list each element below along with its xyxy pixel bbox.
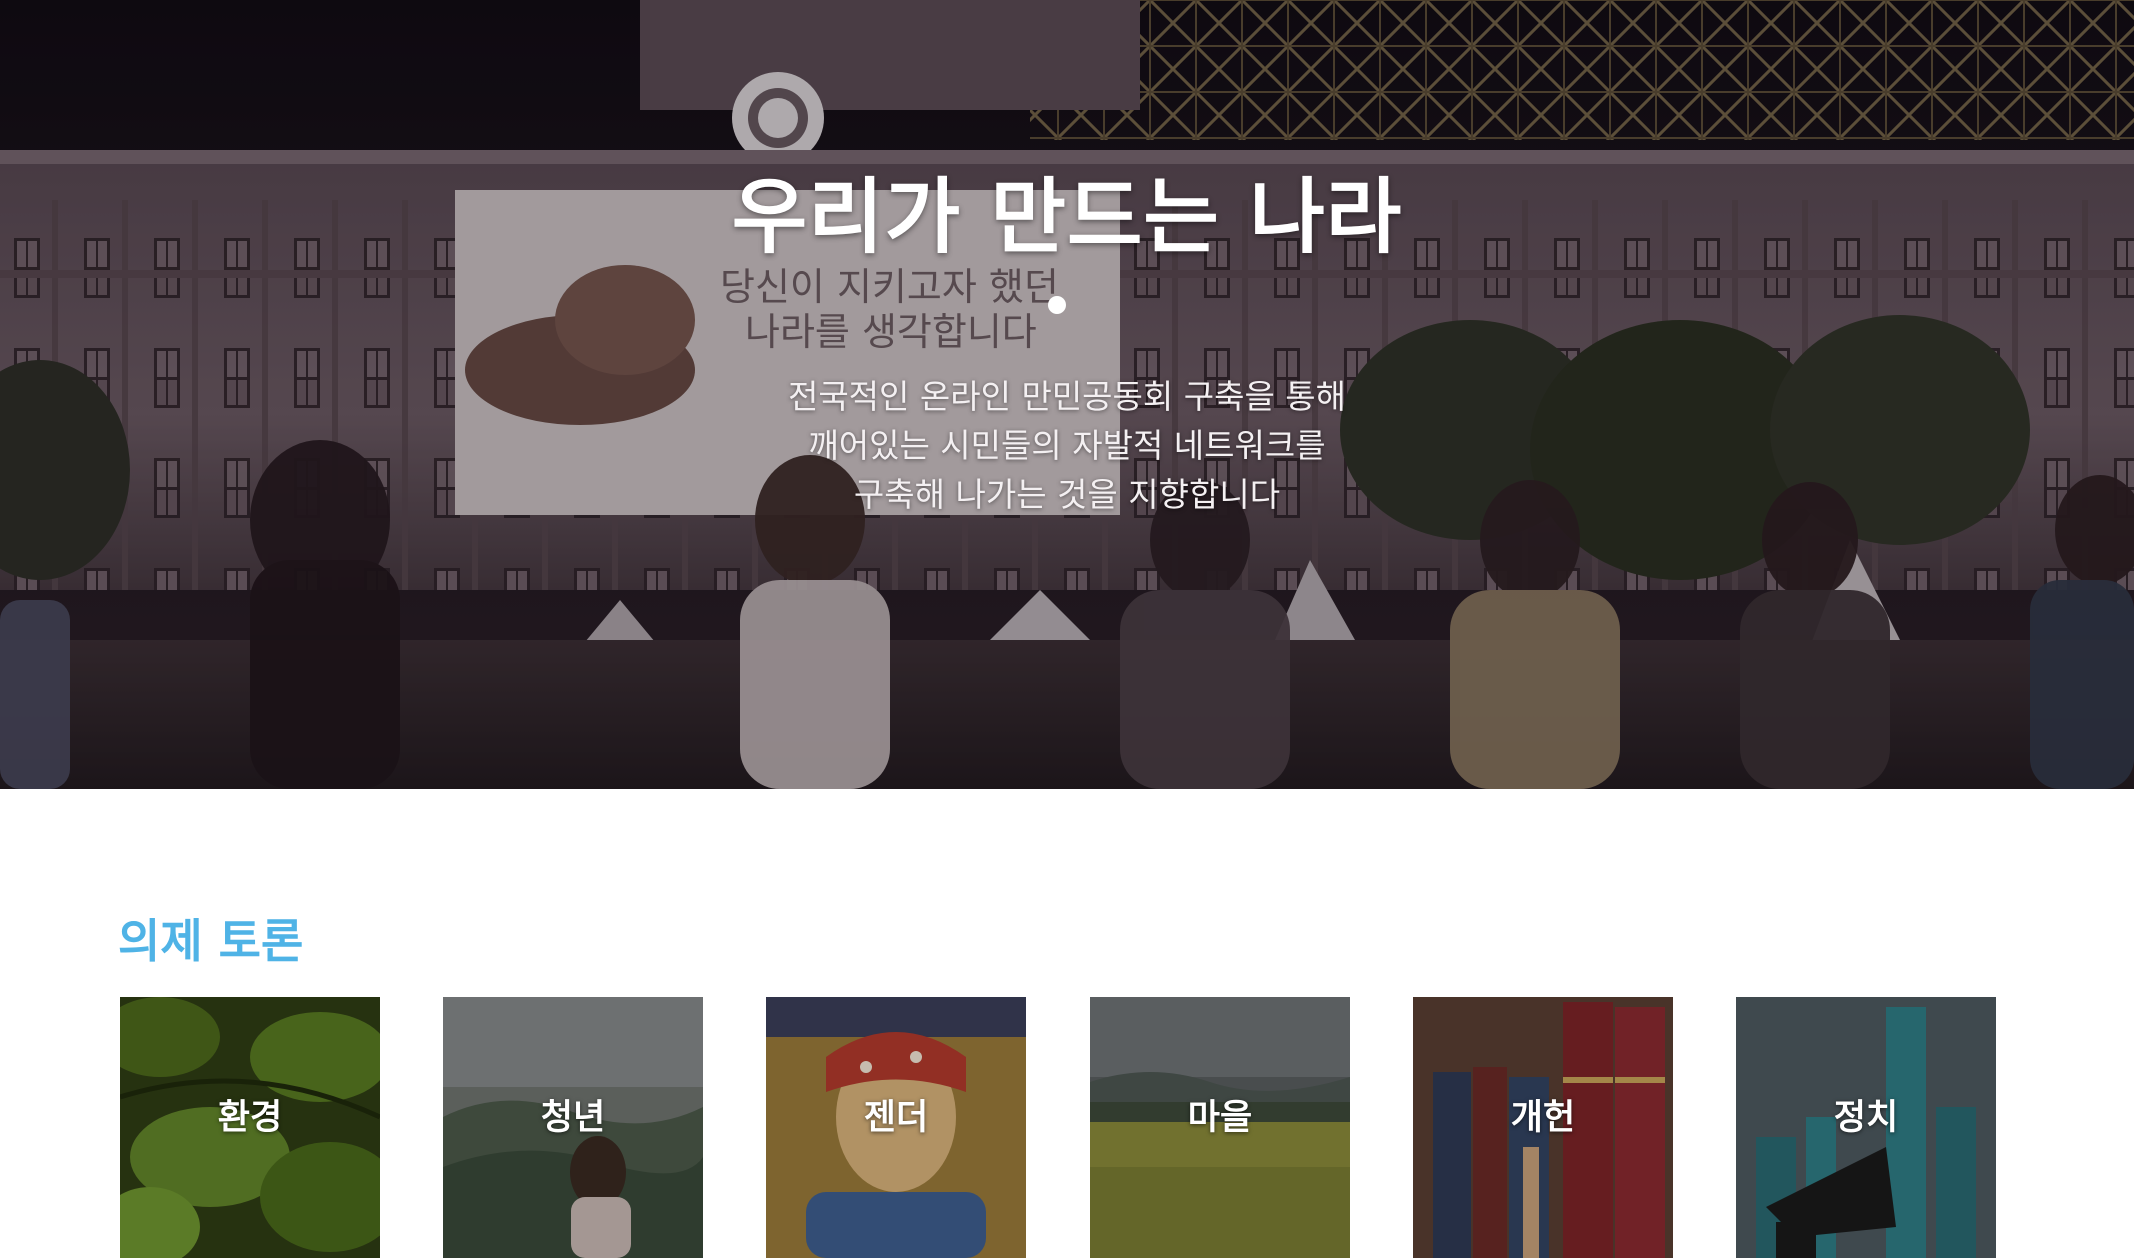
topic-card-village[interactable]: 마을: [1090, 997, 1350, 1258]
hero-tagline: 전국적인 온라인 만민공동회 구축을 통해 깨어있는 시민들의 자발적 네트워크…: [0, 372, 2134, 519]
hero-tagline-line: 전국적인 온라인 만민공동회 구축을 통해: [787, 377, 1347, 416]
topic-card-label: 청년: [540, 1098, 606, 1138]
hero-tagline-line: 깨어있는 시민들의 자발적 네트워크를: [808, 426, 1326, 465]
topic-card-gender[interactable]: 젠더: [766, 997, 1026, 1258]
topic-card-politics[interactable]: 정치: [1736, 997, 1996, 1258]
topic-card-constitution[interactable]: 개헌: [1413, 997, 1673, 1258]
topic-card-list: 환경 청년 젠더 마을 개헌 정치: [0, 997, 2134, 1258]
section-heading-topics: 의제 토론: [118, 914, 304, 968]
hero-divider-dot: [1048, 296, 1066, 314]
topic-card-environment[interactable]: 환경: [120, 997, 380, 1258]
topic-card-label: 환경: [217, 1098, 283, 1138]
hero-tagline-line: 구축해 나가는 것을 지향합니다: [853, 475, 1281, 514]
topic-card-label: 마을: [1187, 1098, 1253, 1138]
hero-title: 우리가 만드는 나라: [731, 170, 1403, 265]
topic-card-youth[interactable]: 청년: [443, 997, 703, 1258]
hero-banner: 당신이 지키고자 했던 나라를 생각합니다 우리가 만드는 나라 전국적인 온라…: [0, 0, 2134, 789]
topic-card-label: 개헌: [1510, 1098, 1576, 1138]
topic-card-label: 젠더: [863, 1098, 929, 1138]
topic-card-label: 정치: [1833, 1098, 1899, 1138]
